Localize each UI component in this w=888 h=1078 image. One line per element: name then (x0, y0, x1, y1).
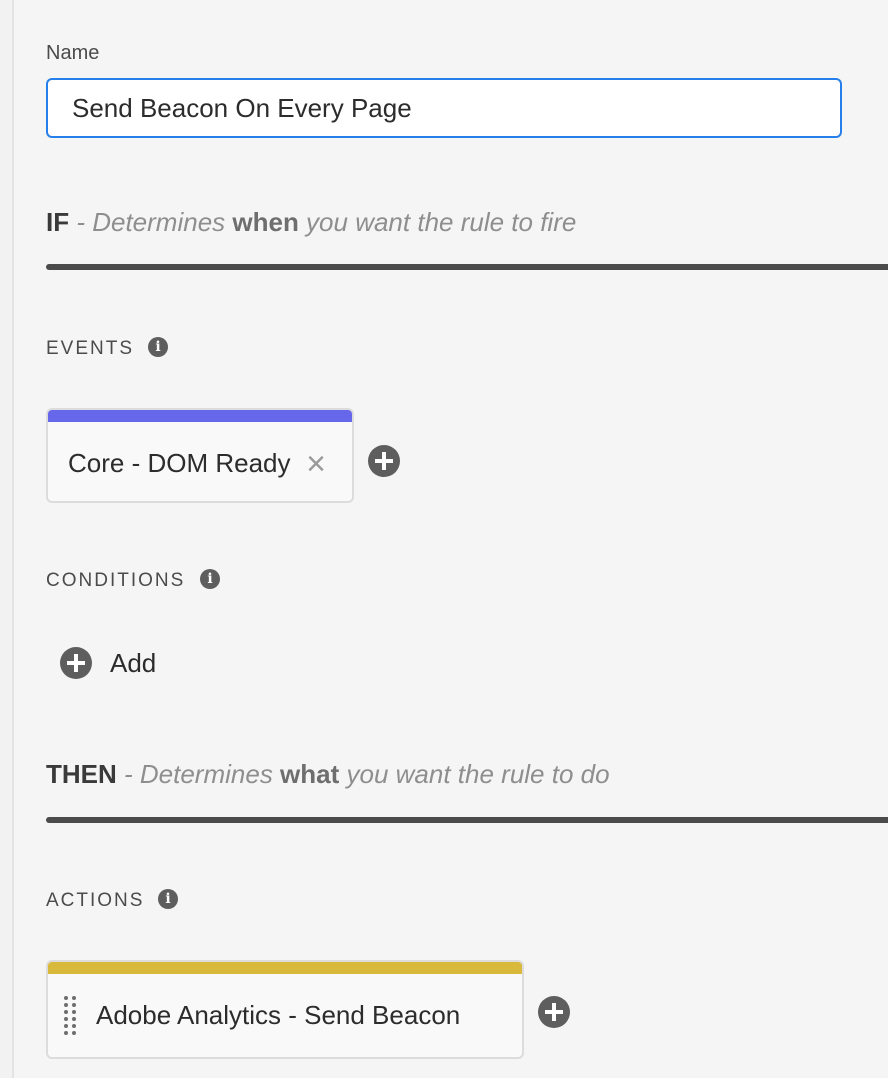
if-heading: IF - Determines when you want the rule t… (46, 207, 576, 238)
if-desc-post: you want the rule to fire (298, 207, 577, 237)
actions-info-icon[interactable]: i (158, 889, 178, 909)
action-card[interactable]: Adobe Analytics - Send Beacon (46, 960, 524, 1059)
then-dash: - (116, 759, 140, 789)
action-card-accent-bar (48, 962, 522, 974)
if-divider (46, 264, 888, 270)
event-card-label: Core - DOM Ready (68, 448, 291, 478)
actions-label: ACTIONS (46, 890, 145, 911)
add-condition-label: Add (110, 648, 157, 678)
if-desc-pre: Determines (92, 207, 233, 237)
add-condition-button[interactable]: Add (60, 646, 160, 680)
drag-handle-icon[interactable] (64, 996, 78, 1035)
conditions-info-icon[interactable]: i (200, 569, 220, 589)
then-keyword: THEN (46, 759, 117, 789)
events-info-icon[interactable]: i (148, 337, 168, 357)
left-panel-edge (0, 0, 14, 1078)
then-desc-bold: what (280, 759, 340, 789)
then-desc-post: you want the rule to do (339, 759, 610, 789)
if-dash: - (69, 207, 93, 237)
event-card[interactable]: Core - DOM Ready × (46, 408, 354, 503)
then-desc-pre: Determines (139, 759, 281, 789)
if-keyword: IF (46, 207, 70, 237)
conditions-label: CONDITIONS (46, 570, 186, 591)
events-label: EVENTS (46, 338, 135, 359)
event-card-accent-bar (48, 410, 352, 422)
action-card-label: Adobe Analytics - Send Beacon (96, 1000, 461, 1030)
name-label: Name (46, 42, 100, 64)
then-divider (46, 817, 888, 823)
remove-event-icon[interactable]: × (302, 447, 330, 481)
if-desc-bold: when (232, 207, 299, 237)
add-action-icon[interactable] (538, 996, 570, 1028)
then-heading: THEN - Determines what you want the rule… (46, 759, 610, 790)
add-event-icon[interactable] (368, 445, 400, 477)
add-condition-icon (60, 647, 92, 679)
name-input[interactable] (46, 78, 842, 138)
